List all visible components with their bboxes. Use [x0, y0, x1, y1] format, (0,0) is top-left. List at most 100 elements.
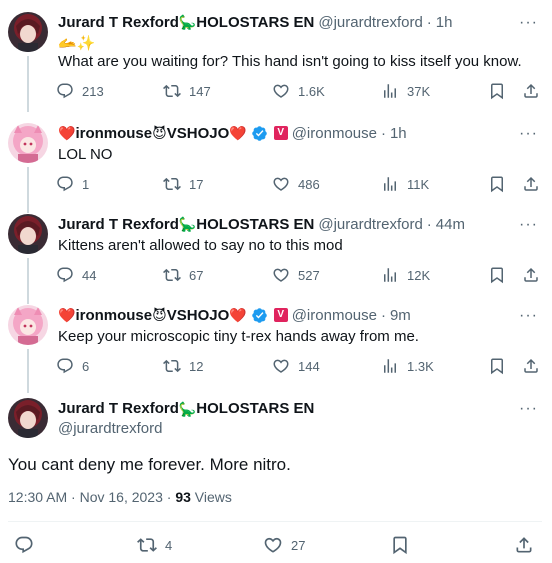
heart-icon [264, 537, 282, 553]
author-handle[interactable]: @ironmouse [292, 307, 377, 324]
share-button[interactable] [514, 535, 534, 555]
avatar[interactable] [8, 123, 48, 163]
bookmark-button[interactable] [488, 357, 506, 375]
timestamp[interactable]: 9m [390, 307, 411, 324]
heart-emoji: ❤️ [58, 307, 76, 323]
reply-button[interactable] [14, 535, 34, 555]
share-icon [524, 83, 538, 98]
bookmark-icon [491, 358, 503, 375]
retweet-button[interactable]: 147 [163, 82, 211, 100]
share-button[interactable] [522, 266, 540, 284]
dino-emoji: 🦕 [178, 216, 197, 232]
tweet-text: What are you waiting for? This hand isn'… [58, 53, 522, 70]
heart-emoji: ❤️ [229, 125, 247, 141]
divider [8, 521, 542, 522]
reply-button[interactable]: 44 [56, 266, 96, 284]
retweet-button[interactable]: 12 [163, 357, 203, 375]
like-button[interactable]: 486 [272, 175, 320, 193]
bookmark-icon [491, 83, 503, 100]
views-button[interactable]: 12K [381, 266, 430, 284]
share-button[interactable] [522, 82, 540, 100]
retweet-icon [163, 359, 181, 373]
tweet-text: LOL NO [58, 146, 113, 163]
author-name[interactable]: Jurard T Rexford 🦕 HOLOSTARS EN [58, 400, 314, 417]
avatar[interactable] [8, 214, 48, 254]
bookmark-button[interactable] [390, 535, 410, 555]
affiliate-badge[interactable]: V [273, 308, 288, 322]
author-name[interactable]: Jurard T Rexford 🦕 HOLOSTARS EN [58, 216, 314, 233]
avatar[interactable] [8, 305, 48, 345]
tweet-text: Keep your microscopic tiny t-rex hands a… [58, 328, 419, 345]
author-handle[interactable]: @jurardtrexford [318, 216, 422, 233]
thread-connector [27, 56, 29, 112]
timestamp[interactable]: 1h [390, 125, 407, 142]
timestamp[interactable]: 12:30 AM · Nov 16, 2023 · [8, 489, 175, 505]
author-name[interactable]: ❤️ ironmouse 😈 VSHOJO ❤️ [58, 307, 247, 324]
reply-button[interactable]: 1 [56, 175, 89, 193]
share-icon [524, 358, 538, 373]
verified-badge-icon[interactable] [251, 125, 268, 142]
devil-emoji: 😈 [152, 125, 167, 141]
views-icon [384, 177, 396, 191]
tweet-meta: 12:30 AM · Nov 16, 2023 · 93 Views [8, 489, 232, 505]
like-button[interactable]: 144 [272, 357, 320, 375]
tweet-emoji-line: 🫴✨ [58, 35, 96, 52]
views-icon [384, 84, 396, 98]
affiliate-badge[interactable]: V [273, 126, 288, 140]
retweet-icon [163, 177, 181, 191]
heart-icon [273, 177, 289, 191]
reply-icon [57, 267, 73, 283]
heart-emoji: ❤️ [58, 125, 76, 141]
reply-icon [15, 536, 33, 554]
devil-emoji: 😈 [152, 307, 167, 323]
avatar[interactable] [8, 398, 48, 438]
dino-emoji: 🦕 [178, 14, 197, 30]
verified-badge-icon[interactable] [251, 307, 268, 324]
thread-connector [27, 258, 29, 304]
retweet-icon [137, 538, 157, 552]
tweet-text: You cant deny me forever. More nitro. [8, 455, 291, 474]
more-icon[interactable]: ··· [519, 125, 538, 143]
author-name[interactable]: Jurard T Rexford 🦕 HOLOSTARS EN [58, 14, 314, 31]
like-button[interactable]: 27 [263, 535, 305, 555]
views-icon [384, 359, 396, 373]
author-handle[interactable]: @ironmouse [292, 125, 377, 142]
heart-icon [273, 84, 289, 98]
bookmark-button[interactable] [488, 82, 506, 100]
timestamp[interactable]: 1h [436, 14, 453, 31]
retweet-button[interactable]: 17 [163, 175, 203, 193]
retweet-button[interactable]: 67 [163, 266, 203, 284]
reply-icon [57, 83, 73, 99]
bookmark-button[interactable] [488, 175, 506, 193]
reply-button[interactable]: 213 [56, 82, 104, 100]
reply-icon [57, 176, 73, 192]
like-button[interactable]: 1.6K [272, 82, 325, 100]
share-button[interactable] [522, 357, 540, 375]
retweet-icon [163, 84, 181, 98]
views-button[interactable]: 37K [381, 82, 430, 100]
bookmark-icon [393, 536, 407, 555]
timestamp[interactable]: 44m [436, 216, 465, 233]
more-icon[interactable]: ··· [519, 216, 538, 234]
share-button[interactable] [522, 175, 540, 193]
views-button[interactable]: 11K [381, 175, 429, 193]
share-icon [524, 267, 538, 282]
author-handle[interactable]: @jurardtrexford [318, 14, 422, 31]
author-handle[interactable]: @jurardtrexford [58, 420, 162, 437]
more-icon[interactable]: ··· [519, 14, 538, 32]
thread-connector [27, 349, 29, 393]
retweet-button[interactable]: 4 [137, 535, 172, 555]
bookmark-button[interactable] [488, 266, 506, 284]
more-icon[interactable]: ··· [519, 400, 538, 418]
reply-button[interactable]: 6 [56, 357, 89, 375]
heart-icon [273, 359, 289, 373]
views-button[interactable]: 1.3K [381, 357, 434, 375]
dino-emoji: 🦕 [178, 400, 197, 417]
bookmark-icon [491, 267, 503, 284]
avatar[interactable] [8, 12, 48, 52]
like-button[interactable]: 527 [272, 266, 320, 284]
more-icon[interactable]: ··· [519, 307, 538, 325]
author-name[interactable]: ❤️ ironmouse 😈 VSHOJO ❤️ [58, 125, 247, 142]
thread-connector [27, 167, 29, 213]
retweet-icon [163, 268, 181, 282]
